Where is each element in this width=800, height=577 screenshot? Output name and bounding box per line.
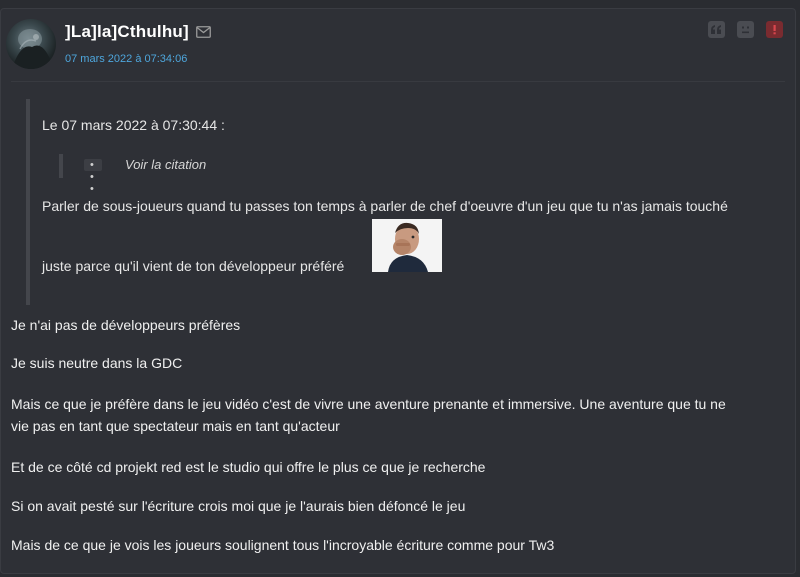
nested-quote: • • • Voir la citation xyxy=(59,154,206,195)
quote-icon[interactable] xyxy=(708,21,725,38)
avatar[interactable] xyxy=(6,19,56,69)
face-glyph xyxy=(742,26,749,34)
post-text-line: Mais ce que je préfère dans le jeu vidéo… xyxy=(11,396,726,412)
report-icon[interactable] xyxy=(766,21,783,38)
expand-quote-button[interactable]: • • • xyxy=(84,159,102,195)
post-text-line: Mais de ce que je vois les joueurs souli… xyxy=(11,537,555,553)
exclamation-glyph xyxy=(773,25,776,35)
post-text-line: Et de ce côté cd projekt red est le stud… xyxy=(11,459,486,475)
post-text-line: Si on avait pesté sur l'écriture crois m… xyxy=(11,498,466,514)
quote-text-line: Parler de sous-joueurs quand tu passes t… xyxy=(42,198,728,214)
facepalm-photo xyxy=(372,219,442,272)
blockquote: Le 07 mars 2022 à 07:30:44 : • • • Voir … xyxy=(26,99,790,305)
post-text-line: Je suis neutre dans la GDC xyxy=(11,355,183,371)
username[interactable]: ]La]la]Cthulhu] xyxy=(65,22,189,42)
post-actions xyxy=(708,21,783,38)
mail-icon[interactable] xyxy=(196,26,211,38)
quote-glyph xyxy=(711,25,721,34)
quote-header: Le 07 mars 2022 à 07:30:44 : xyxy=(42,117,225,133)
post-text-line: vie pas en tant que spectateur mais en t… xyxy=(11,418,340,434)
post-text-line: Je n'ai pas de développeurs préfères xyxy=(11,317,241,333)
avatar-image xyxy=(14,29,50,69)
show-quote-link[interactable]: Voir la citation xyxy=(125,157,206,172)
header-divider xyxy=(11,81,785,82)
quote-text-line: juste parce qu'il vient de ton développe… xyxy=(42,258,345,274)
quoted-reaction-image[interactable] xyxy=(372,219,442,272)
post-date[interactable]: 07 mars 2022 à 07:34:06 xyxy=(65,53,187,65)
sad-face-icon[interactable] xyxy=(737,21,754,38)
forum-post: ]La]la]Cthulhu] 07 mars 2022 à 07:34:06 xyxy=(0,8,796,574)
